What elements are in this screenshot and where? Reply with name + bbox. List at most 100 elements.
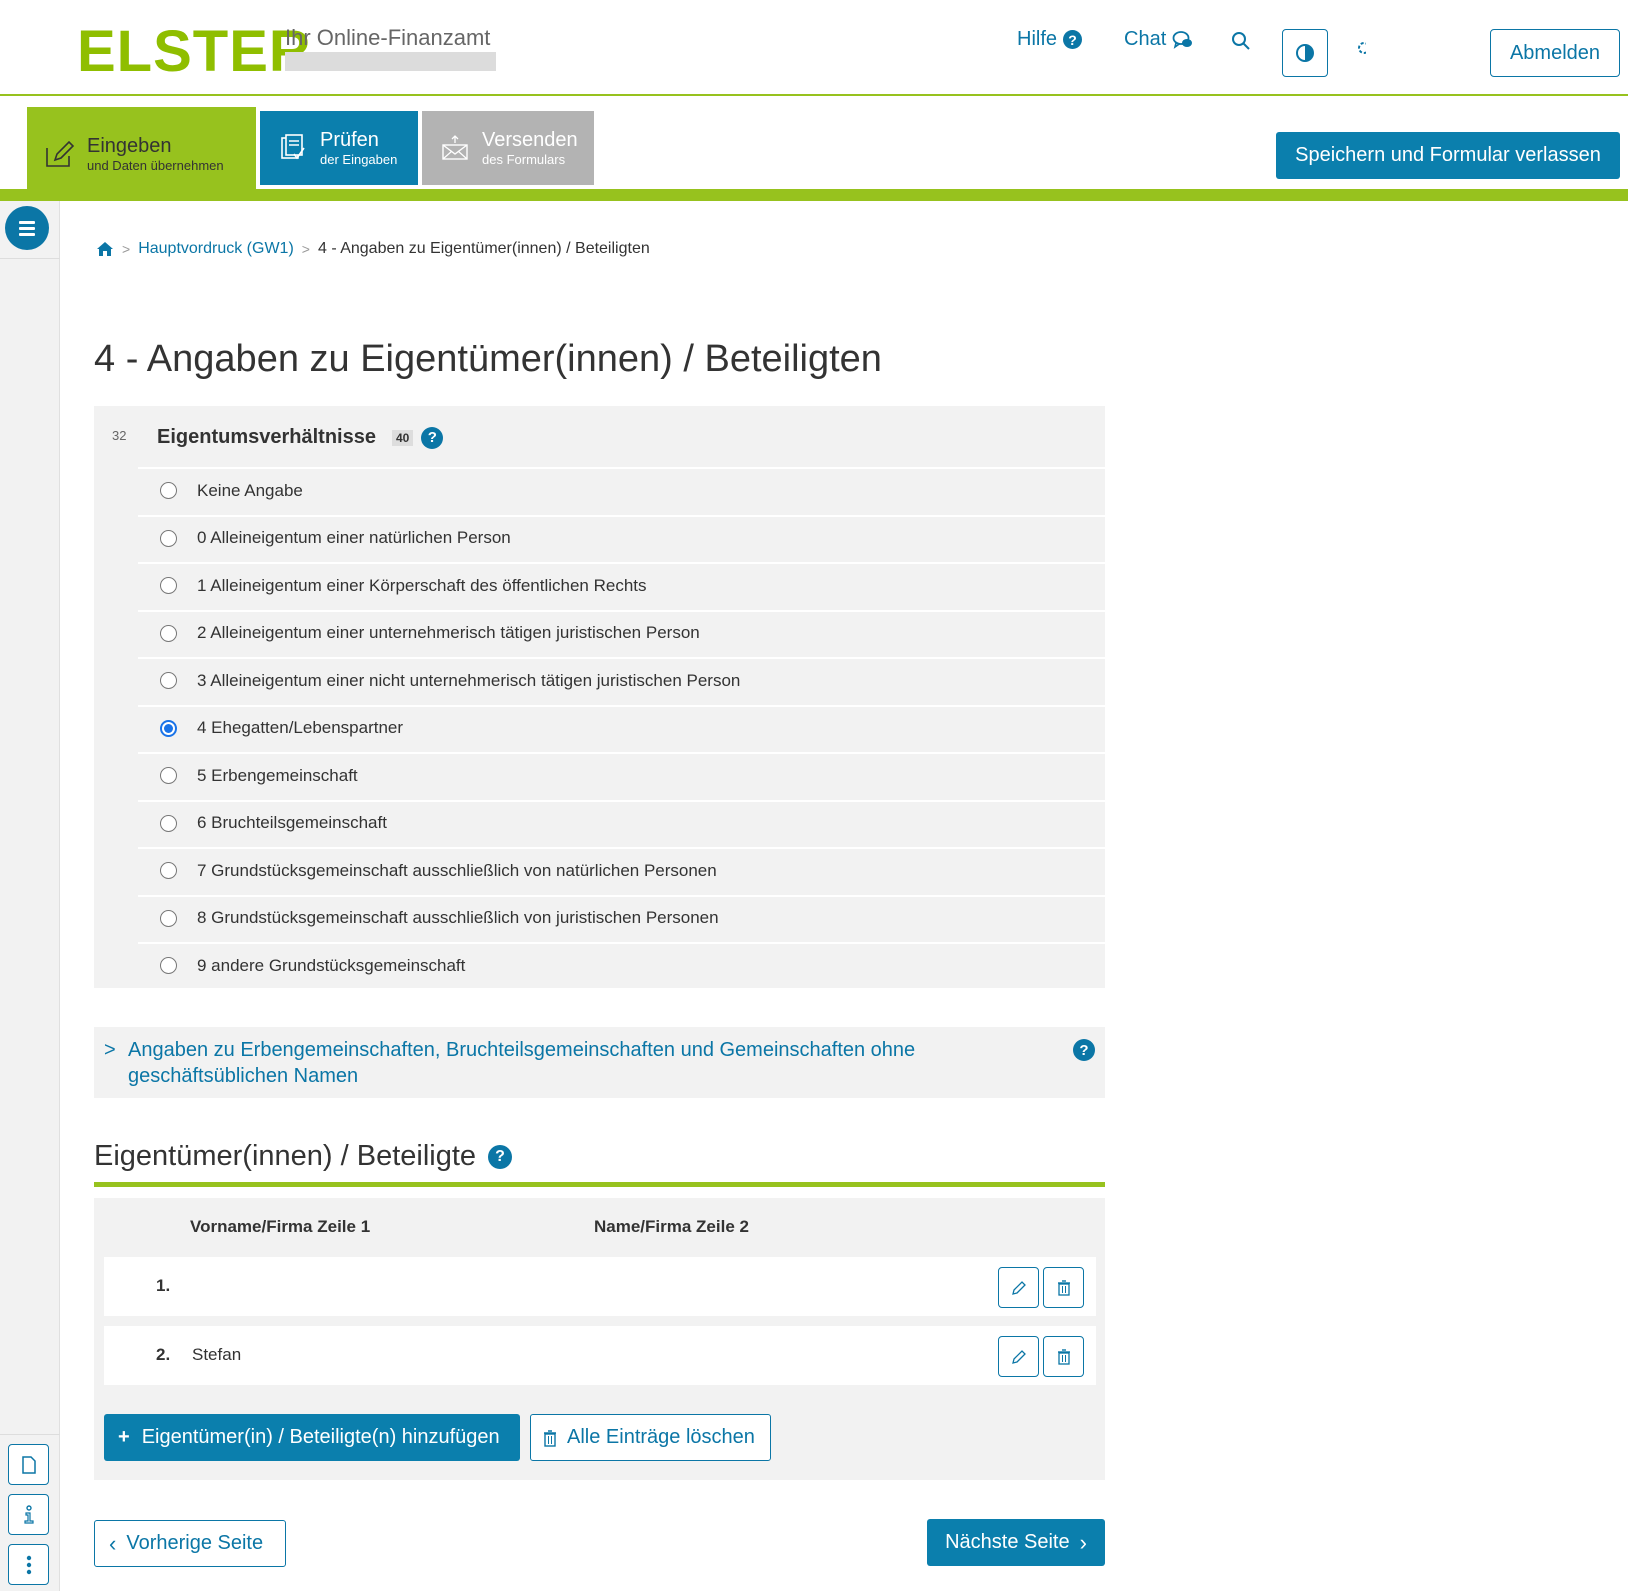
radio-button[interactable]	[160, 624, 177, 642]
radio-label: Keine Angabe	[197, 480, 303, 500]
home-icon[interactable]	[96, 241, 114, 257]
next-page-button[interactable]: Nächste Seite ›	[927, 1519, 1105, 1566]
send-mail-icon	[440, 133, 470, 163]
previous-page-button[interactable]: ‹ Vorherige Seite	[94, 1520, 286, 1567]
row-first-name: Stefan	[192, 1345, 242, 1364]
step-versenden: Versenden des Formulars	[422, 111, 594, 185]
legend-label: Eigentumsverhältnisse	[157, 426, 376, 448]
info-icon	[23, 1504, 35, 1525]
add-owner-label: Eigentümer(in) / Beteiligte(n) hinzufüge…	[141, 1426, 500, 1448]
search-button[interactable]	[1231, 31, 1251, 51]
more-vertical-icon	[26, 1555, 32, 1575]
logout-button[interactable]: Abmelden	[1490, 29, 1620, 77]
column-header: Name/Firma Zeile 2	[594, 1217, 749, 1236]
hamburger-icon	[19, 220, 35, 224]
owners-section-title: Eigentümer(innen) / Beteiligte ?	[94, 1140, 513, 1173]
document-icon	[21, 1455, 36, 1474]
radio-label: 5 Erbengemeinschaft	[197, 765, 358, 785]
radio-option[interactable]: 1 Alleineigentum einer Körperschaft des …	[138, 562, 1105, 607]
chevron-right-icon: >	[104, 1039, 116, 1061]
radio-button[interactable]	[160, 577, 177, 594]
line-number: 32	[112, 428, 127, 443]
radio-label: 4 Ehegatten/Lebenspartner	[197, 718, 404, 737]
radio-button[interactable]	[160, 672, 177, 689]
radio-label: 3 Alleineigentum einer nicht unternehmer…	[197, 670, 741, 690]
radio-button[interactable]	[160, 957, 177, 974]
search-icon	[1231, 31, 1251, 51]
more-options-button[interactable]	[8, 1544, 49, 1585]
step-eingeben[interactable]: Eingeben und Daten übernehmen	[27, 107, 256, 201]
edit-icon	[45, 139, 75, 169]
step-subtitle: und Daten übernehmen	[87, 157, 224, 173]
previous-page-label: Vorherige Seite	[126, 1532, 264, 1554]
chat-link[interactable]: Chat	[1124, 28, 1194, 51]
radio-option[interactable]: 2 Alleineigentum einer unternehmerisch t…	[138, 609, 1105, 655]
radio-button[interactable]	[160, 909, 177, 927]
radio-button[interactable]	[160, 529, 177, 547]
breadcrumb-separator: >	[301, 241, 310, 257]
radio-option[interactable]: Keine Angabe	[138, 467, 1105, 512]
plus-icon: +	[118, 1426, 130, 1448]
radio-option[interactable]: 8 Grundstücksgemeinschaft ausschließlich…	[138, 894, 1105, 940]
step-title: Prüfen	[320, 128, 379, 151]
sidebar-divider	[0, 258, 60, 259]
radio-option[interactable]: 9 andere Grundstücksgemeinschaft	[138, 942, 1105, 987]
radio-button[interactable]	[160, 482, 177, 499]
trash-icon	[543, 1429, 567, 1447]
step-pruefen[interactable]: Prüfen der Eingaben	[260, 111, 418, 185]
delete-all-label: Alle Einträge löschen	[567, 1426, 755, 1448]
info-button[interactable]	[8, 1494, 49, 1535]
radio-option[interactable]: 4 Ehegatten/Lebenspartner	[138, 704, 1105, 750]
logo-subtitle: Ihr Online-Finanzamt	[285, 25, 491, 50]
breadcrumb-separator: >	[122, 241, 131, 257]
contrast-toggle-button[interactable]	[1282, 29, 1328, 77]
row-number: 2.	[156, 1345, 171, 1364]
step-subtitle: des Formulars	[482, 151, 566, 167]
section-title-label: Eigentümer(innen) / Beteiligte	[94, 1140, 477, 1172]
radio-option[interactable]: 7 Grundstücksgemeinschaft ausschließlich…	[138, 847, 1105, 892]
breadcrumb-link[interactable]: Hauptvordruck (GW1)	[138, 240, 294, 258]
chevron-left-icon: ‹	[109, 1530, 117, 1556]
settings-button[interactable]	[1356, 40, 1366, 56]
delete-row-button[interactable]	[1043, 1336, 1084, 1377]
pencil-icon	[1011, 1349, 1027, 1365]
radio-button[interactable]	[160, 862, 177, 879]
elster-logo[interactable]: ELSTER	[77, 18, 312, 85]
radio-option[interactable]: 5 Erbengemeinschaft	[138, 752, 1105, 797]
breadcrumb-current: 4 - Angaben zu Eigentümer(innen) / Betei…	[317, 240, 650, 257]
help-icon[interactable]: ?	[1073, 1039, 1095, 1061]
step-title: Eingeben	[87, 134, 172, 157]
help-icon[interactable]: ?	[421, 426, 444, 449]
menu-toggle-button[interactable]	[5, 206, 49, 250]
help-icon[interactable]: ?	[488, 1144, 513, 1169]
chevron-right-icon: ›	[1079, 1529, 1087, 1555]
document-button[interactable]	[8, 1444, 49, 1485]
community-details-expander[interactable]: > Angaben zu Erbengemeinschaften, Brucht…	[94, 1027, 1105, 1098]
radio-label: 2 Alleineigentum einer unternehmerisch t…	[197, 623, 700, 642]
radio-button[interactable]	[160, 719, 177, 737]
table-row: 2. Stefan	[104, 1326, 1096, 1385]
trash-icon	[1057, 1279, 1071, 1296]
delete-row-button[interactable]	[1043, 1267, 1084, 1308]
radio-button[interactable]	[160, 814, 177, 832]
contrast-icon	[1296, 44, 1314, 62]
next-page-label: Nächste Seite	[945, 1531, 1070, 1553]
save-and-exit-button[interactable]: Speichern und Formular verlassen	[1276, 132, 1620, 179]
radio-option[interactable]: 0 Alleineigentum einer natürlichen Perso…	[138, 514, 1105, 560]
row-number: 1.	[156, 1276, 171, 1295]
expander-label: Angaben zu Erbengemeinschaften, Bruchtei…	[128, 1039, 916, 1087]
radio-button[interactable]	[160, 767, 177, 784]
edit-row-button[interactable]	[998, 1336, 1039, 1377]
help-link[interactable]: Hilfe ?	[1017, 28, 1083, 51]
edit-row-button[interactable]	[998, 1267, 1039, 1308]
breadcrumb: > Hauptvordruck (GW1) > 4 - Angaben zu E…	[96, 240, 650, 258]
radio-label: 0 Alleineigentum einer natürlichen Perso…	[197, 528, 511, 547]
ownership-legend: Eigentumsverhältnisse 40 ?	[157, 426, 444, 449]
sidebar-divider	[0, 1434, 60, 1435]
column-header: Vorname/Firma Zeile 1	[190, 1217, 371, 1236]
radio-option[interactable]: 3 Alleineigentum einer nicht unternehmer…	[138, 657, 1105, 702]
delete-all-button[interactable]: Alle Einträge löschen	[530, 1414, 771, 1461]
help-label: Hilfe	[1017, 28, 1058, 50]
add-owner-button[interactable]: + Eigentümer(in) / Beteiligte(n) hinzufü…	[104, 1414, 520, 1461]
radio-option[interactable]: 6 Bruchteilsgemeinschaft	[138, 799, 1105, 845]
